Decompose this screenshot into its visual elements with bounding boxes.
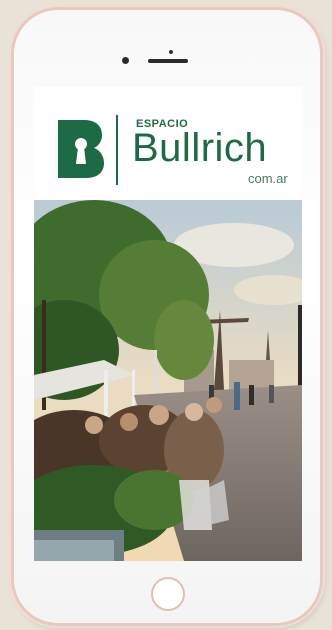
camera-dot-icon	[122, 57, 129, 64]
phone-frame: B ESPACIO Bullrich com.ar	[14, 10, 320, 623]
waterfront-cafe-photo	[34, 200, 302, 561]
logo-header[interactable]: B ESPACIO Bullrich com.ar	[34, 87, 302, 200]
home-button-icon[interactable]	[151, 577, 185, 611]
phone-top-bezel	[14, 50, 320, 70]
front-camera-icon	[169, 50, 173, 54]
phone-screen: B ESPACIO Bullrich com.ar	[34, 87, 302, 561]
keyhole-b-logo-icon: B	[58, 120, 104, 178]
logo-divider	[116, 115, 118, 185]
brand-name: Bullrich	[132, 126, 268, 170]
earpiece-speaker-icon	[148, 59, 188, 63]
domain-label: com.ar	[248, 171, 288, 186]
